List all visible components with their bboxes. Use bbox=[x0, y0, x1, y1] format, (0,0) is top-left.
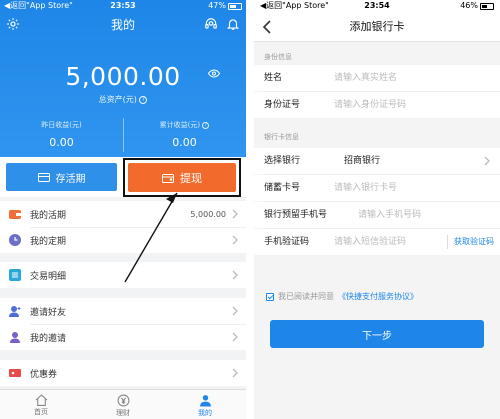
battery-icon bbox=[480, 2, 494, 10]
phone-input[interactable] bbox=[358, 206, 488, 224]
id-number-input[interactable] bbox=[334, 96, 484, 114]
divider bbox=[447, 235, 448, 249]
sms-code-row: 手机验证码 获取验证码 bbox=[254, 229, 500, 255]
agreement-text: 我已阅读并同意 bbox=[278, 292, 334, 301]
agreement-link[interactable]: 《快捷支付服务协议》 bbox=[338, 291, 418, 302]
annotation-arrow bbox=[124, 192, 178, 283]
nav-bar: 添加银行卡 bbox=[254, 12, 500, 42]
bank-select-value[interactable]: 招商银行 bbox=[344, 148, 380, 174]
card-number-label: 储蓄卡号 bbox=[264, 183, 301, 193]
id-row: 身份证号 bbox=[254, 92, 500, 118]
identity-section-label: 身份信息 bbox=[264, 53, 292, 61]
name-input[interactable] bbox=[334, 69, 484, 87]
add-bank-card-screen: ◀返回"App Store" 23:54 46% 添加银行卡 身份信息 姓名 身… bbox=[254, 0, 500, 419]
sms-code-label: 手机验证码 bbox=[264, 237, 310, 247]
name-row: 姓名 bbox=[254, 65, 500, 91]
sms-code-input[interactable] bbox=[334, 233, 438, 251]
agreement-row: 我已阅读并同意 《快捷支付服务协议》 bbox=[266, 291, 418, 302]
get-code-button[interactable]: 获取验证码 bbox=[454, 229, 494, 255]
phone-row: 银行预留手机号 bbox=[254, 202, 500, 228]
card-section-label: 银行卡信息 bbox=[264, 133, 299, 141]
name-label: 姓名 bbox=[264, 73, 283, 83]
phone-label: 银行预留手机号 bbox=[264, 210, 328, 220]
battery-indicator: 46% bbox=[460, 0, 494, 12]
bank-label: 选择银行 bbox=[264, 156, 301, 166]
bank-select-row[interactable]: 选择银行 招商银行 bbox=[254, 148, 500, 174]
page-title: 添加银行卡 bbox=[349, 20, 405, 33]
next-step-button[interactable]: 下一步 bbox=[270, 320, 484, 348]
card-number-row: 储蓄卡号 bbox=[254, 175, 500, 201]
agreement-checkbox[interactable] bbox=[266, 292, 274, 301]
id-label: 身份证号 bbox=[264, 100, 301, 110]
status-bar: ◀返回"App Store" 23:54 46% bbox=[254, 0, 500, 12]
my-account-screen: ◀返回"App Store" 23:53 47% 我的 5,000.00 总资产… bbox=[0, 0, 246, 419]
chevron-right-icon bbox=[484, 156, 490, 166]
battery-percent: 46% bbox=[460, 1, 478, 10]
card-number-input[interactable] bbox=[334, 179, 484, 197]
